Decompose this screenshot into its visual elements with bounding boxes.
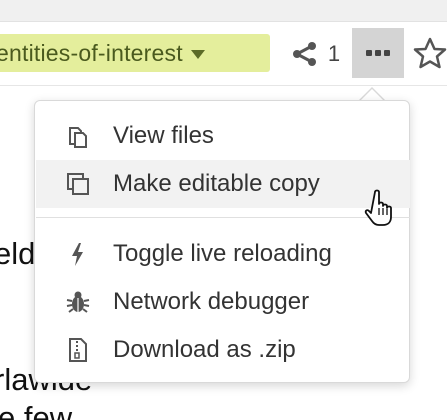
- more-dots-icon: [366, 50, 390, 56]
- chevron-down-icon: [190, 49, 205, 59]
- more-options-menu: View files Make editable copy Toggle liv…: [34, 100, 410, 383]
- branch-name: entities-of-interest: [0, 39, 183, 66]
- share-icon: [292, 42, 316, 66]
- menu-item-label: Toggle live reloading: [113, 240, 332, 267]
- menu-item-download-zip[interactable]: Download as .zip: [36, 326, 410, 374]
- share-count: 1: [327, 41, 341, 66]
- menu-item-label: Network debugger: [113, 288, 310, 315]
- background-text-line: e few: [0, 400, 73, 420]
- lightning-icon: [63, 239, 93, 269]
- star-button[interactable]: [412, 36, 447, 72]
- more-options-button[interactable]: [352, 28, 404, 78]
- menu-divider: [36, 217, 410, 218]
- menu-item-label: View files: [113, 122, 214, 149]
- menu-item-view-files[interactable]: View files: [36, 112, 410, 160]
- browser-top-strip: [0, 0, 447, 22]
- zip-icon: [63, 335, 93, 365]
- hand-cursor-icon: [362, 188, 402, 228]
- menu-item-label: Download as .zip: [113, 336, 296, 363]
- menu-item-toggle-live-reloading[interactable]: Toggle live reloading: [36, 230, 410, 278]
- copy-icon: [63, 169, 93, 199]
- bug-icon: [63, 287, 93, 317]
- share-button[interactable]: 1: [284, 34, 348, 74]
- branch-selector[interactable]: entities-of-interest: [0, 34, 270, 72]
- star-icon: [413, 37, 447, 69]
- files-icon: [63, 121, 93, 151]
- menu-item-network-debugger[interactable]: Network debugger: [36, 278, 410, 326]
- background-text-line: eld: [0, 236, 36, 271]
- menu-item-label: Make editable copy: [113, 170, 320, 197]
- menu-item-make-editable-copy[interactable]: Make editable copy: [36, 160, 410, 208]
